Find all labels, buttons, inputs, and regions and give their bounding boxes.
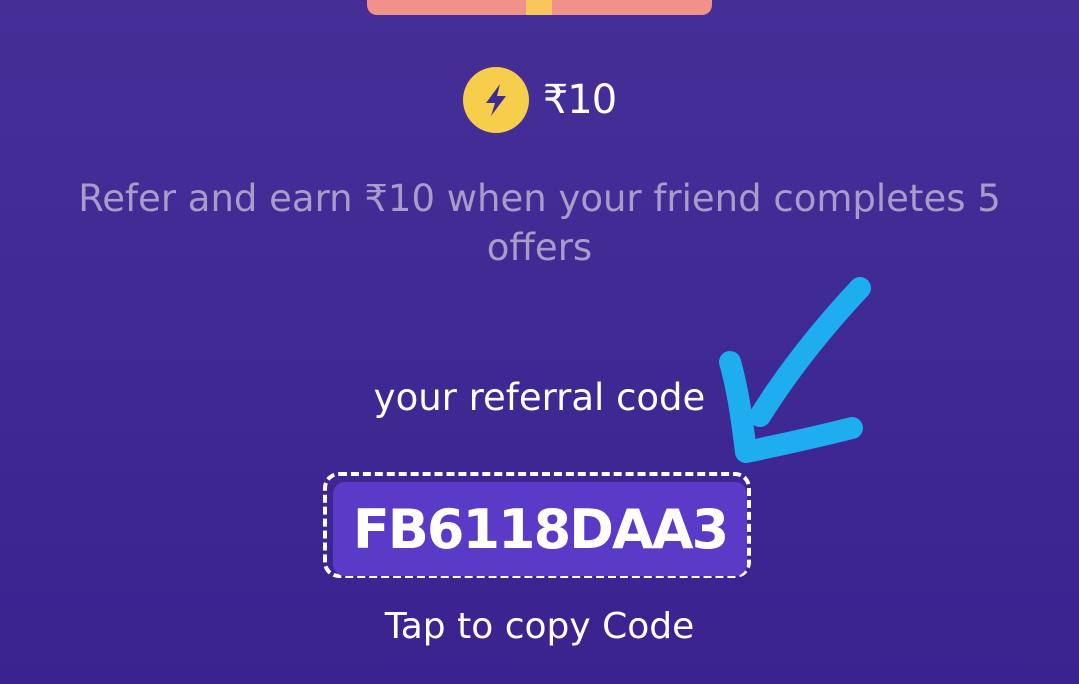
referral-code-label: your referral code xyxy=(373,376,706,419)
reward-row: ₹10 xyxy=(0,64,1079,136)
refer-description: Refer and earn ₹10 when your friend comp… xyxy=(78,177,1001,269)
arrow-annotation-icon xyxy=(719,277,871,463)
gift-box-image xyxy=(367,0,712,15)
referral-code-copy-button[interactable]: FB6118DAA3 xyxy=(333,482,747,576)
gift-ribbon xyxy=(526,0,552,15)
reward-amount: ₹10 xyxy=(542,77,617,123)
lightning-coin-icon xyxy=(462,67,529,133)
tap-to-copy-hint: Tap to copy Code xyxy=(384,606,695,647)
referral-code-value: FB6118DAA3 xyxy=(352,497,729,561)
